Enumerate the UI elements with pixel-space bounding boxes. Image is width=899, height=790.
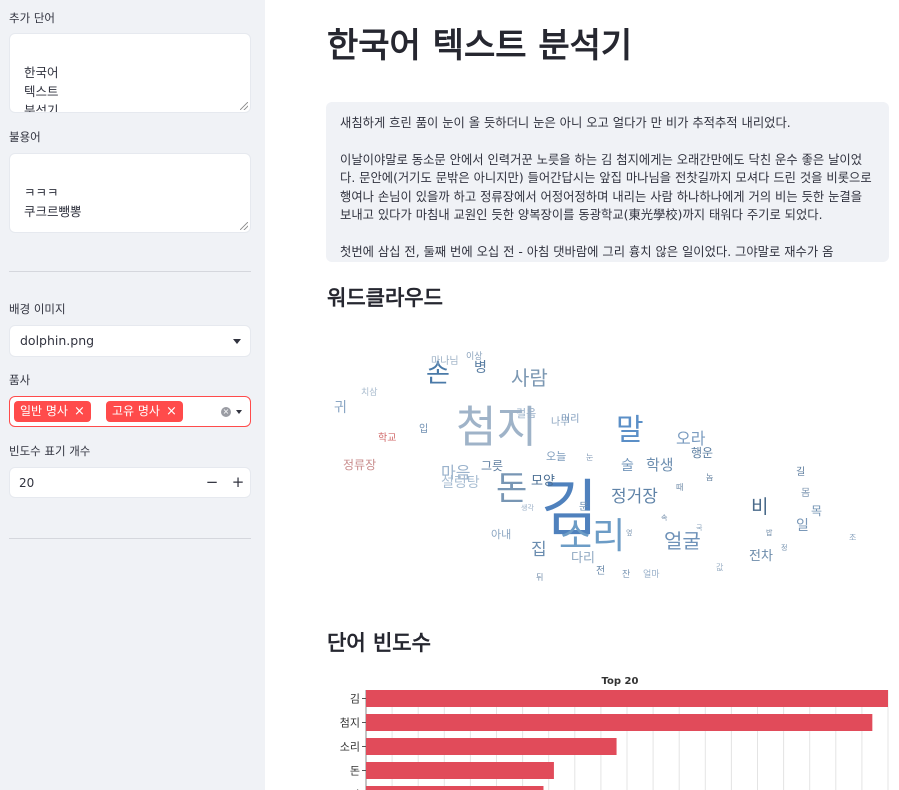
wordcloud-word: 다리 [571, 551, 595, 566]
pos-tag-label: 고유 명사 [112, 404, 160, 418]
close-icon[interactable]: × [166, 404, 177, 419]
wordcloud-word: 그릇 [481, 459, 503, 473]
bg-image-select[interactable]: dolphin.png [9, 325, 251, 357]
frequency-bar-chart: Top 20김첨지소리돈말 [340, 676, 889, 790]
pos-label: 품사 [9, 373, 31, 387]
chart-category-label: 돈 [350, 765, 360, 778]
chart-title: Top 20 [602, 676, 639, 687]
wordcloud-word: 오늘 [546, 450, 566, 463]
decrement-button[interactable]: − [200, 468, 224, 497]
wordcloud-word: 치삼 [361, 386, 378, 398]
wordcloud-word: 비 [751, 496, 768, 518]
wordcloud-word: 얼굴 [664, 529, 701, 553]
wordcloud-word: 정 [781, 543, 787, 552]
wordcloud-word: 조 [849, 533, 856, 542]
wordcloud-word: 속 [661, 514, 668, 522]
chart-bar [366, 738, 617, 755]
chart-category-label: 소리 [340, 741, 360, 754]
freq-count-stepper[interactable]: 20 − + [9, 467, 251, 498]
bg-image-value: dolphin.png [20, 333, 95, 348]
text-paragraph: 새침하게 흐린 품이 눈이 올 듯하더니 눈은 아니 오고 얼다가 만 비가 추… [340, 116, 791, 130]
pos-multiselect[interactable]: 일반 명사 × 고유 명사 × × [9, 396, 251, 427]
wordcloud-word: 옆 [626, 528, 632, 537]
wordcloud-word: 걸음 [516, 407, 536, 420]
wordcloud-word: 눈 [586, 453, 593, 462]
wordcloud-word: 머리 [561, 413, 579, 425]
wordcloud-word: 학교 [378, 432, 396, 444]
extra-words-value: 한국어 텍스트 분석기 [24, 65, 59, 113]
extra-words-label: 추가 단어 [9, 11, 55, 25]
freq-count-value[interactable]: 20 [19, 468, 34, 498]
text-paragraph: 이날이야말로 동소문 안에서 인력거꾼 노릇을 하는 김 첨지에게는 오래간만에… [340, 152, 872, 223]
wordcloud-word: 설렁탕 [441, 475, 480, 491]
close-icon[interactable]: × [74, 404, 85, 419]
resize-grip-icon[interactable] [240, 102, 248, 110]
wordcloud-word: 정류장 [343, 458, 376, 472]
stopwords-textarea[interactable]: ㅋㅋㅋ 쿠크르뺑뽕 [9, 153, 251, 233]
wordcloud-word: 사람 [511, 366, 548, 390]
wordcloud-word: 술 [621, 458, 634, 474]
sidebar-divider [9, 538, 251, 539]
wordcloud-word: 돈 [496, 469, 527, 509]
wordcloud-word: 이상 [466, 351, 483, 362]
wordcloud-word: 귀 [334, 400, 347, 416]
source-text-box[interactable]: 새침하게 흐린 품이 눈이 올 듯하더니 눈은 아니 오고 얼다가 만 비가 추… [326, 102, 889, 262]
clear-icon[interactable]: × [221, 407, 231, 417]
wordcloud-word: 국 [696, 524, 703, 532]
page-title: 한국어 텍스트 분석기 [327, 26, 633, 66]
wordcloud-word: 때 [676, 482, 683, 492]
sidebar-divider [9, 271, 251, 272]
pos-tag[interactable]: 일반 명사 × [14, 401, 91, 422]
wordcloud-word: 입 [419, 422, 428, 435]
wordcloud-word: 문 [579, 501, 588, 513]
chart-category-label: 첨지 [340, 717, 360, 730]
pos-tag-label: 일반 명사 [20, 404, 68, 418]
wordcloud-word: 값 [716, 562, 724, 572]
wordcloud-word: 일 [796, 518, 809, 534]
chart-bar [366, 690, 888, 707]
stopwords-label: 불용어 [9, 130, 41, 144]
chart-bar [366, 762, 554, 779]
freq-heading: 단어 빈도수 [327, 631, 431, 655]
wordcloud-word: 말 [616, 413, 644, 448]
chevron-down-icon[interactable] [236, 410, 242, 414]
pos-tag[interactable]: 고유 명사 × [106, 401, 183, 422]
wordcloud-word: 마나님 [431, 355, 459, 367]
freq-count-label: 빈도수 표기 개수 [9, 444, 91, 458]
wordcloud-word: 아내 [491, 528, 511, 541]
wordcloud-word: 목 [811, 504, 822, 518]
wordcloud-word: 집 [531, 540, 547, 560]
chart-bar [366, 786, 544, 790]
increment-button[interactable]: + [226, 468, 250, 497]
wordcloud-word: 정거장 [611, 487, 658, 507]
wordcloud-word: 모양 [531, 474, 555, 489]
chevron-down-icon [233, 339, 241, 344]
wordcloud-word: 길 [796, 465, 805, 478]
wordcloud-word: 밥 [766, 528, 773, 537]
stopwords-value: ㅋㅋㅋ 쿠크르뺑뽕 [24, 185, 82, 219]
wordcloud-word: 몸 [801, 487, 810, 499]
wordcloud-word: 뒤 [536, 573, 543, 582]
wordcloud-word: 생각 [521, 503, 534, 512]
wordcloud-word: 잔 [622, 569, 630, 580]
bg-image-label: 배경 이미지 [9, 302, 66, 316]
text-paragraph: 첫번에 삼십 전, 둘째 번에 오십 전 - 아침 댓바람에 그리 흉치 않은 … [340, 244, 834, 259]
wordcloud-word: 전차 [749, 549, 773, 564]
chart-category-label: 김 [350, 693, 360, 706]
wordcloud-word: 병 [474, 360, 487, 376]
extra-words-textarea[interactable]: 한국어 텍스트 분석기 [9, 33, 251, 113]
chart-bar [366, 714, 873, 731]
wordcloud-image: 김첨지소리돈말손 사람얼굴비정거장집마음오라학생설렁탕귀병술모양다리 전차행운그릇정… [334, 351, 856, 582]
resize-grip-icon[interactable] [240, 222, 248, 230]
sidebar: 추가 단어 한국어 텍스트 분석기 불용어 ㅋㅋㅋ 쿠크르뺑뽕 배경 이미지 d… [0, 0, 265, 790]
wordcloud-word: 얼마 [643, 569, 660, 580]
wordcloud-word: 전 [596, 565, 605, 577]
wordcloud-heading: 워드클라우드 [327, 286, 443, 310]
wordcloud-word: 놈 [706, 473, 713, 482]
wordcloud-word: 행운 [691, 445, 713, 460]
wordcloud-word: 학생 [646, 456, 674, 474]
